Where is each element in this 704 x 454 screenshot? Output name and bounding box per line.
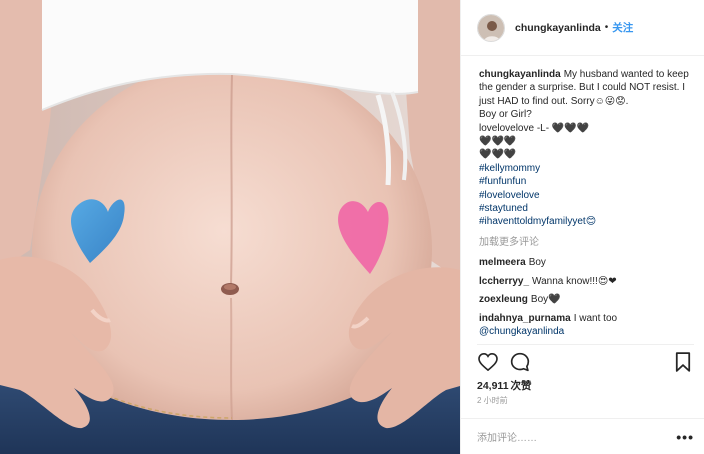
caption-first-line: chungkayanlinda My husband wanted to keep… <box>479 68 694 108</box>
caption-line: 🖤🖤🖤 <box>479 136 517 148</box>
instagram-post-view: chungkayanlinda • 关注 chungkayanlinda My h… <box>0 0 704 454</box>
caption: chungkayanlinda My husband wanted to keep… <box>479 68 694 229</box>
post-photo[interactable] <box>0 0 460 454</box>
likes-label: 次赞 <box>510 380 532 392</box>
add-comment-input[interactable]: 添加评论…… <box>477 429 676 444</box>
comments-section: chungkayanlinda My husband wanted to keep… <box>461 56 704 344</box>
bookmark-icon <box>675 351 691 372</box>
comment-username[interactable]: melmeera <box>479 257 526 268</box>
heart-icon <box>478 352 498 371</box>
comment-text: I want too <box>573 312 618 324</box>
comment-item: indahnya_purnama I want too @chungkayanli… <box>479 312 694 339</box>
hashtag-link[interactable]: #kellymommy <box>479 162 694 175</box>
caption-line: lovelovelove -L- 🖤🖤🖤 <box>479 122 590 134</box>
caption-line: 🖤🖤🖤 <box>479 149 517 161</box>
likes-number: 24,911 <box>477 380 509 392</box>
more-options-icon[interactable]: ••• <box>676 429 694 445</box>
header-separator: • <box>604 22 609 33</box>
action-bar <box>477 344 694 378</box>
hashtag-link[interactable]: #funfunfun <box>479 175 694 188</box>
comment-item: zoexleung Boy🖤 <box>479 293 694 306</box>
post-timestamp[interactable]: 2 小时前 <box>461 394 704 408</box>
comment-item: lccherryy_ Wanna know!!!😍❤ <box>479 275 694 288</box>
caption-line: Boy or Girl? <box>479 109 532 121</box>
header-username[interactable]: chungkayanlinda <box>515 22 601 34</box>
comment-username[interactable]: lccherryy_ <box>479 276 529 287</box>
hashtag-link[interactable]: #lovelovelove <box>479 189 694 202</box>
comment-text: Boy🖤 <box>530 294 561 306</box>
load-more-comments-link[interactable]: 加载更多评论 <box>479 236 694 249</box>
follow-button[interactable]: 关注 <box>612 20 633 35</box>
like-button[interactable] <box>477 351 499 373</box>
pregnant-belly-photo <box>0 0 460 454</box>
comment-button[interactable] <box>509 351 531 373</box>
comment-bubble-icon <box>510 352 530 371</box>
avatar[interactable] <box>477 13 505 42</box>
hashtag-link[interactable]: #ihaventtoldmyfamilyyet😊 <box>479 215 694 228</box>
comment-item: melmeera Boy <box>479 256 694 269</box>
comment-username[interactable]: indahnya_purnama <box>479 313 571 324</box>
post-sidebar: chungkayanlinda • 关注 chungkayanlinda My h… <box>460 0 704 454</box>
save-button[interactable] <box>672 351 694 373</box>
comment-mention-link[interactable]: @chungkayanlinda <box>479 326 564 337</box>
hashtag-link[interactable]: #staytuned <box>479 202 694 215</box>
comment-text: Boy <box>528 257 546 269</box>
caption-username[interactable]: chungkayanlinda <box>479 69 561 80</box>
post-header: chungkayanlinda • 关注 <box>461 0 704 56</box>
comment-username[interactable]: zoexleung <box>479 294 528 305</box>
add-comment-bar: 添加评论…… ••• <box>461 418 704 454</box>
profile-photo-icon <box>478 14 504 41</box>
likes-count[interactable]: 24,911 次赞 <box>461 378 704 394</box>
comment-text: Wanna know!!!😍❤ <box>532 275 617 287</box>
